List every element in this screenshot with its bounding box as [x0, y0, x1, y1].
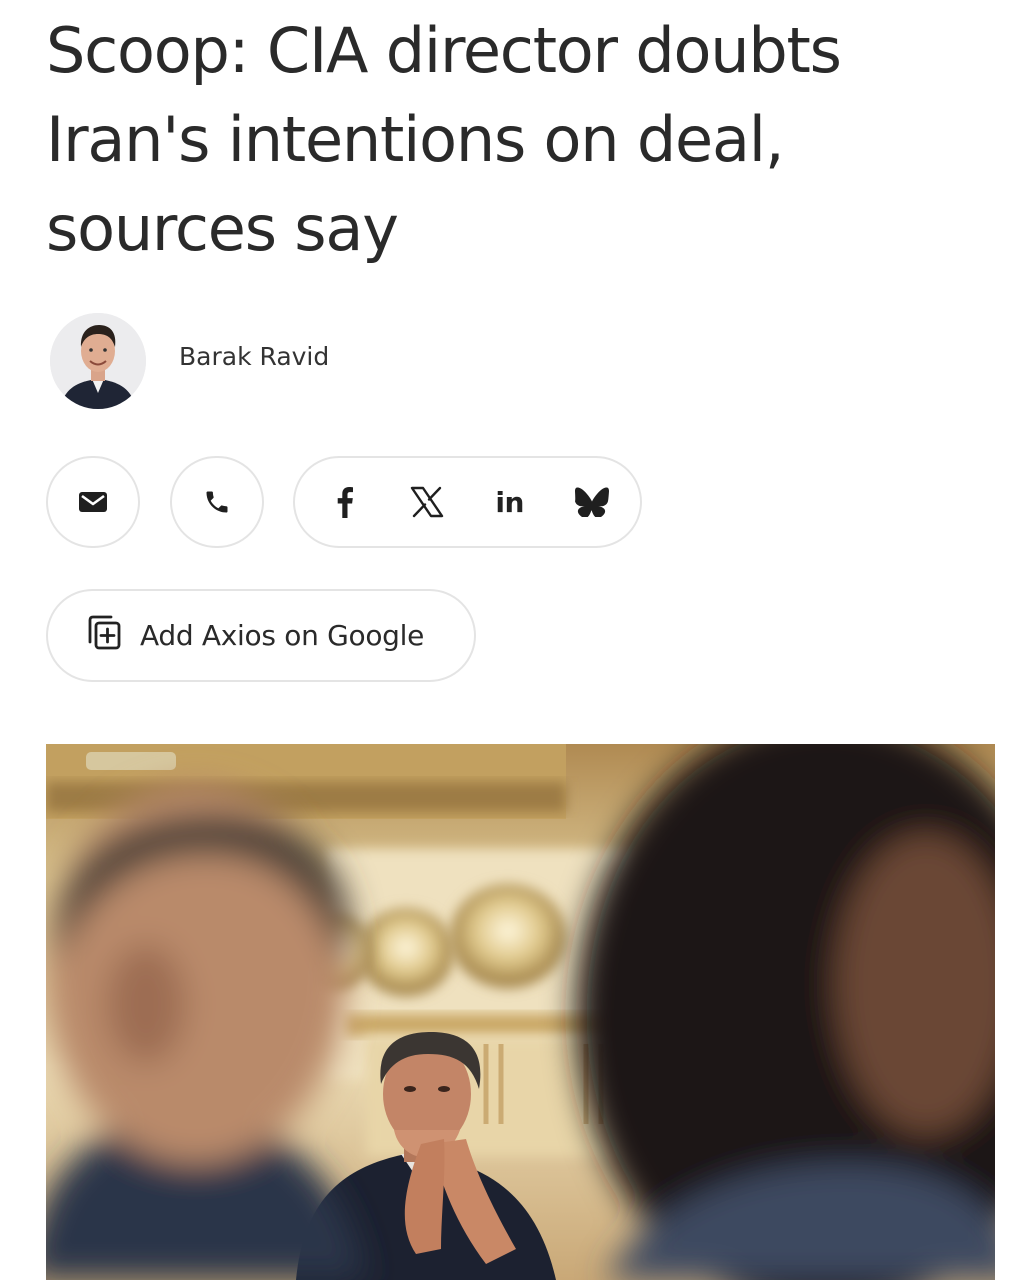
share-phone-button[interactable]: [170, 456, 264, 548]
bluesky-icon[interactable]: [574, 484, 610, 520]
article-headline: Scoop: CIA director doubts Iran's intent…: [46, 14, 842, 265]
social-share-group: in: [293, 456, 642, 548]
email-icon: [75, 484, 111, 520]
linkedin-icon[interactable]: in: [492, 484, 528, 520]
facebook-icon[interactable]: [327, 484, 363, 520]
author-name[interactable]: Barak Ravid: [179, 342, 329, 371]
add-axios-on-google-button[interactable]: Add Axios on Google: [46, 589, 476, 682]
article-hero-image: [46, 744, 995, 1280]
author-byline: Barak Ravid: [50, 313, 329, 409]
add-source-icon: [84, 614, 122, 657]
share-email-button[interactable]: [46, 456, 140, 548]
author-avatar[interactable]: [50, 313, 146, 409]
phone-icon: [199, 484, 235, 520]
add-google-label: Add Axios on Google: [140, 619, 425, 652]
x-icon[interactable]: [409, 484, 445, 520]
